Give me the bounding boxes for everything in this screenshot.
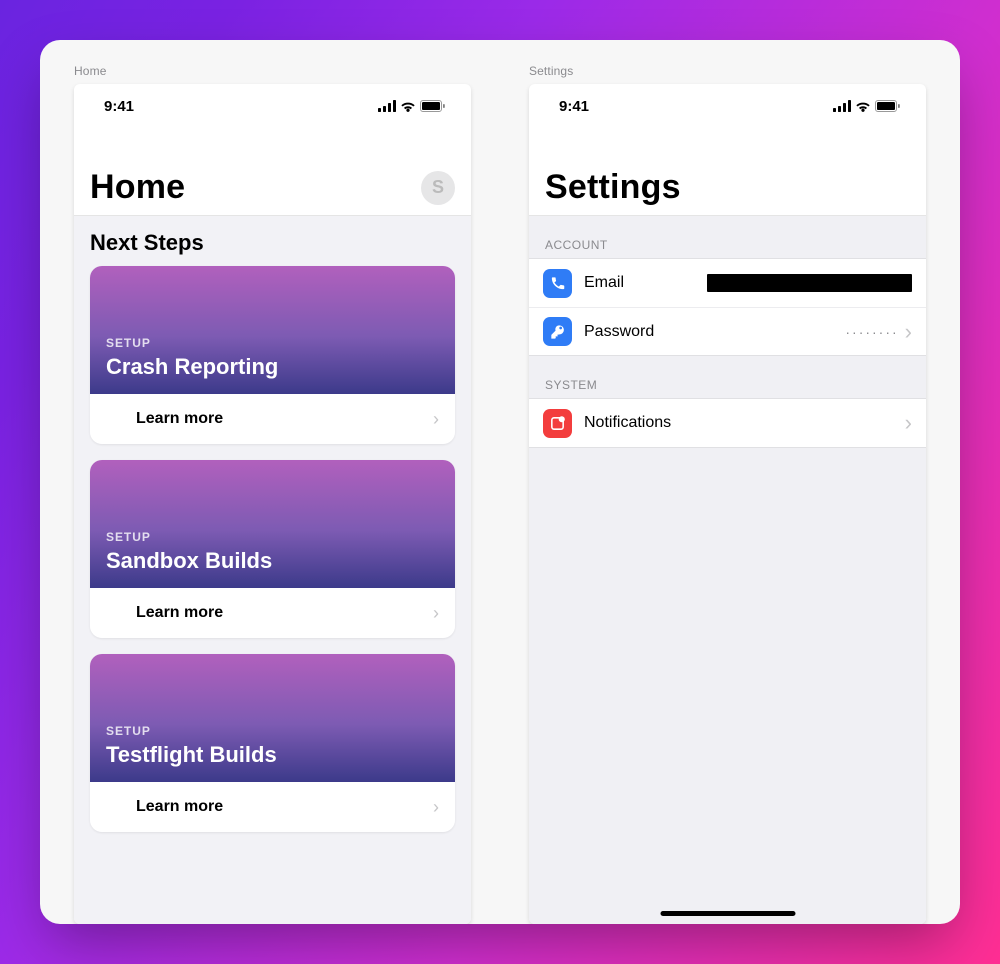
- home-indicator[interactable]: [660, 911, 795, 916]
- cards-area: SETUP Crash Reporting Learn more › SETUP…: [74, 266, 471, 848]
- card-cta-row[interactable]: Learn more ›: [90, 782, 455, 832]
- chevron-right-icon: ›: [433, 409, 439, 430]
- battery-icon: [420, 100, 445, 112]
- status-bar: 9:41: [529, 84, 926, 128]
- panel-label-home: Home: [74, 64, 471, 78]
- card-hero: SETUP Crash Reporting: [90, 266, 455, 394]
- card-cta-label: Learn more: [136, 798, 223, 816]
- card-kicker: SETUP: [106, 530, 439, 544]
- cellular-signal-icon: [378, 100, 396, 112]
- status-time: 9:41: [559, 98, 589, 115]
- status-icons: [833, 100, 900, 112]
- page-title: Home: [90, 168, 185, 207]
- design-card: Home 9:41 Home S Next Steps: [40, 40, 960, 924]
- card-title: Sandbox Builds: [106, 548, 439, 574]
- card-title: Testflight Builds: [106, 742, 439, 768]
- row-notifications[interactable]: Notifications ›: [529, 399, 926, 447]
- settings-header: Settings: [529, 128, 926, 216]
- row-label: Password: [584, 323, 654, 341]
- home-header: Home S: [74, 128, 471, 216]
- chevron-right-icon: ›: [433, 797, 439, 818]
- key-icon: [543, 317, 572, 346]
- cellular-signal-icon: [833, 100, 851, 112]
- chevron-right-icon: ›: [905, 412, 912, 434]
- avatar-button[interactable]: S: [421, 171, 455, 205]
- notifications-icon: [543, 409, 572, 438]
- chevron-right-icon: ›: [433, 603, 439, 624]
- col-home: Home 9:41 Home S Next Steps: [74, 64, 471, 924]
- card-cta-label: Learn more: [136, 604, 223, 622]
- list-system: Notifications ›: [529, 398, 926, 448]
- phone-icon: [543, 269, 572, 298]
- card-crash-reporting[interactable]: SETUP Crash Reporting Learn more ›: [90, 266, 455, 444]
- row-value: ›: [683, 412, 912, 434]
- wifi-icon: [855, 100, 871, 112]
- section-header-account: ACCOUNT: [529, 216, 926, 258]
- card-cta-row[interactable]: Learn more ›: [90, 394, 455, 444]
- row-value: [636, 274, 912, 292]
- settings-scroll-area[interactable]: ACCOUNT Email: [529, 216, 926, 924]
- card-kicker: SETUP: [106, 724, 439, 738]
- card-sandbox-builds[interactable]: SETUP Sandbox Builds Learn more ›: [90, 460, 455, 638]
- list-account: Email Password ········ ›: [529, 258, 926, 356]
- row-label: Notifications: [584, 414, 671, 432]
- status-time: 9:41: [104, 98, 134, 115]
- card-hero: SETUP Sandbox Builds: [90, 460, 455, 588]
- status-bar: 9:41: [74, 84, 471, 128]
- row-label: Email: [584, 274, 624, 292]
- page-title: Settings: [545, 168, 681, 207]
- redacted-email: [707, 274, 912, 292]
- panel-label-settings: Settings: [529, 64, 926, 78]
- card-testflight-builds[interactable]: SETUP Testflight Builds Learn more ›: [90, 654, 455, 832]
- home-scroll-area[interactable]: Next Steps SETUP Crash Reporting Learn m…: [74, 216, 471, 924]
- section-title-next-steps: Next Steps: [74, 216, 471, 266]
- col-settings: Settings 9:41 Settings ACCOUNT: [529, 64, 926, 924]
- row-value: ········ ›: [666, 321, 912, 343]
- card-kicker: SETUP: [106, 336, 439, 350]
- status-icons: [378, 100, 445, 112]
- phone-home: 9:41 Home S Next Steps SETUP: [74, 84, 471, 924]
- card-cta-label: Learn more: [136, 410, 223, 428]
- chevron-right-icon: ›: [905, 321, 912, 343]
- section-header-system: SYSTEM: [529, 356, 926, 398]
- wifi-icon: [400, 100, 416, 112]
- password-dots: ········: [845, 324, 898, 340]
- row-password[interactable]: Password ········ ›: [529, 307, 926, 355]
- card-cta-row[interactable]: Learn more ›: [90, 588, 455, 638]
- card-title: Crash Reporting: [106, 354, 439, 380]
- battery-icon: [875, 100, 900, 112]
- phone-settings: 9:41 Settings ACCOUNT Email: [529, 84, 926, 924]
- row-email[interactable]: Email: [529, 259, 926, 307]
- card-hero: SETUP Testflight Builds: [90, 654, 455, 782]
- avatar-initial: S: [432, 177, 444, 198]
